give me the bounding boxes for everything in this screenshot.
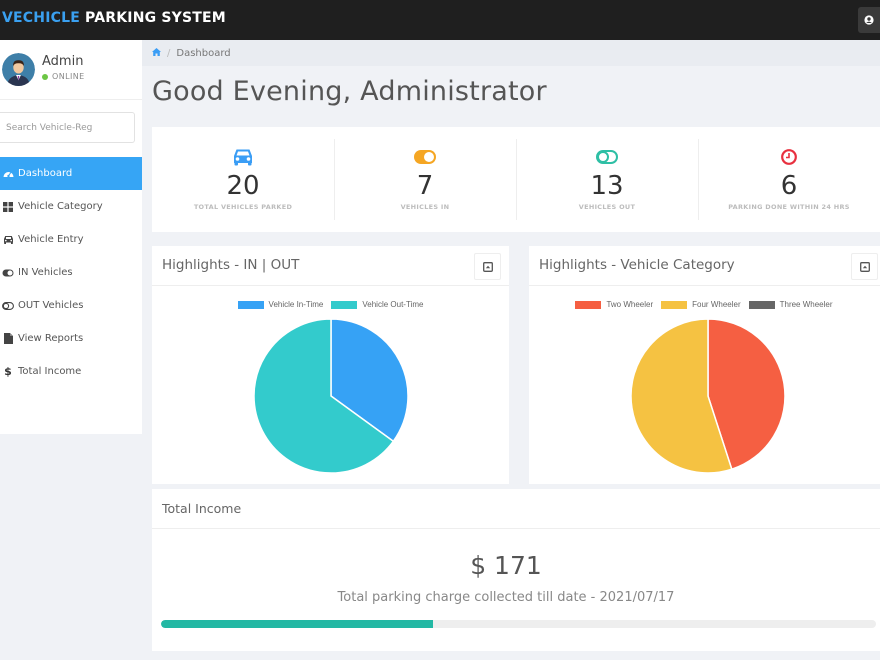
sidebar-item-vehicle-category[interactable]: Vehicle Category [0, 190, 142, 223]
legend-swatch [237, 300, 264, 309]
income-progress-bar [161, 620, 876, 628]
panel-header: Total Income [152, 489, 880, 529]
sidebar-item-total-income[interactable]: $ Total Income [0, 355, 142, 388]
pie-chart-inout [253, 318, 409, 474]
user-menu-button[interactable] [858, 7, 880, 33]
dollar-icon: $ [4, 365, 12, 378]
sidebar-item-label: Vehicle Entry [18, 234, 84, 245]
breadcrumb-separator: / [167, 47, 171, 59]
sidebar-item-label: OUT Vehicles [18, 300, 84, 311]
legend-item[interactable]: Three Wheeler [748, 300, 833, 309]
legend-swatch [661, 300, 688, 309]
avatar [2, 53, 35, 86]
app-title[interactable]: VECHICLE PARKING SYSTEM [2, 10, 226, 26]
legend-item[interactable]: Two Wheeler [575, 300, 653, 309]
sidebar-nav: Dashboard Vehicle Category Vehicle Entry… [0, 157, 142, 388]
breadcrumb-current: Dashboard [176, 47, 231, 59]
panel-header: Highlights - IN | OUT [152, 246, 509, 286]
car-icon [2, 234, 14, 246]
toggle-off-icon [595, 148, 619, 166]
panel-highlights-category: Highlights - Vehicle Category Two Wheele… [529, 246, 880, 484]
stat-label: VEHICLES IN [400, 203, 450, 211]
legend-label: Vehicle In-Time [268, 300, 324, 309]
legend-item[interactable]: Vehicle In-Time [237, 300, 324, 309]
user-circle-icon [864, 15, 874, 25]
collapse-button[interactable] [474, 253, 501, 280]
toggle-on-icon [2, 267, 14, 279]
panel-total-income: Total Income $ 171 Total parking charge … [152, 489, 880, 651]
stat-value: 7 [416, 171, 434, 201]
panel-title: Total Income [162, 501, 242, 516]
income-progress-fill [161, 620, 433, 628]
panel-header: Highlights - Vehicle Category [529, 246, 880, 286]
legend-swatch [331, 300, 358, 309]
file-icon [2, 333, 14, 345]
sidebar-item-out-vehicles[interactable]: OUT Vehicles [0, 289, 142, 322]
profile-status: ONLINE [42, 72, 85, 81]
page-title: Good Evening, Administrator [152, 76, 547, 107]
panel-title: Highlights - Vehicle Category [539, 257, 735, 273]
sidebar-item-label: Dashboard [18, 168, 73, 179]
sidebar: Admin ONLINE Dashboard Vehicle Category … [0, 40, 142, 434]
search-vehicle-input[interactable] [0, 112, 135, 143]
stat-label: VEHICLES OUT [578, 203, 636, 211]
legend-item[interactable]: Vehicle Out-Time [331, 300, 423, 309]
toggle-collapse-icon [482, 261, 493, 272]
chart-legend: Vehicle In-Time Vehicle Out-Time [152, 300, 509, 309]
stat-vehicles-out: 13 VEHICLES OUT [516, 127, 698, 232]
panel-highlights-inout: Highlights - IN | OUT Vehicle In-Time Ve… [152, 246, 509, 484]
user-profile: Admin ONLINE [0, 40, 142, 100]
dashboard-icon [2, 168, 14, 180]
toggle-off-icon [2, 300, 14, 312]
toggle-on-icon [413, 148, 437, 166]
legend-label: Four Wheeler [692, 300, 741, 309]
sidebar-item-in-vehicles[interactable]: IN Vehicles [0, 256, 142, 289]
stat-label: TOTAL VEHICLES PARKED [193, 203, 293, 211]
stat-label: PARKING DONE WITHIN 24 HRS [728, 203, 850, 211]
sidebar-item-label: IN Vehicles [18, 267, 73, 278]
breadcrumb: / Dashboard [142, 40, 880, 66]
chart-legend: Two Wheeler Four Wheeler Three Wheeler [528, 300, 880, 309]
sidebar-item-label: Vehicle Category [18, 201, 103, 212]
legend-item[interactable]: Four Wheeler [661, 300, 741, 309]
legend-swatch [748, 300, 775, 309]
income-description: Total parking charge collected till date… [337, 590, 675, 605]
sidebar-item-label: Total Income [18, 366, 82, 377]
stat-value: 6 [780, 171, 798, 201]
sidebar-item-vehicle-entry[interactable]: Vehicle Entry [0, 223, 142, 256]
app-title-rest: PARKING SYSTEM [79, 10, 226, 26]
top-navbar: VECHICLE PARKING SYSTEM [0, 0, 880, 40]
home-icon[interactable] [152, 47, 161, 59]
collapse-button[interactable] [851, 253, 878, 280]
income-value: $ 171 [470, 551, 542, 580]
stat-vehicles-in: 7 VEHICLES IN [334, 127, 516, 232]
online-status-dot [42, 73, 48, 80]
legend-label: Vehicle Out-Time [362, 300, 424, 309]
app-title-accent: VECHICLE [2, 10, 80, 26]
clock-icon [777, 148, 801, 166]
stat-value: 20 [226, 171, 260, 201]
stat-total-vehicles: 20 TOTAL VEHICLES PARKED [152, 127, 334, 232]
toggle-collapse-icon [859, 261, 870, 272]
pie-chart-category [630, 318, 786, 474]
stats-card: 20 TOTAL VEHICLES PARKED 7 VEHICLES IN 1… [152, 127, 880, 232]
panel-title: Highlights - IN | OUT [162, 257, 300, 273]
legend-label: Two Wheeler [606, 300, 654, 309]
sidebar-item-dashboard[interactable]: Dashboard [0, 157, 142, 190]
grid-icon [2, 201, 14, 213]
car-icon [231, 148, 255, 166]
stat-value: 13 [590, 171, 624, 201]
sidebar-item-view-reports[interactable]: View Reports [0, 322, 142, 355]
legend-swatch [575, 300, 602, 309]
profile-name: Admin [42, 54, 84, 69]
sidebar-item-label: View Reports [18, 333, 84, 344]
legend-label: Three Wheeler [779, 300, 833, 309]
stat-parking-24hrs: 6 PARKING DONE WITHIN 24 HRS [698, 127, 880, 232]
profile-status-text: ONLINE [52, 72, 85, 81]
